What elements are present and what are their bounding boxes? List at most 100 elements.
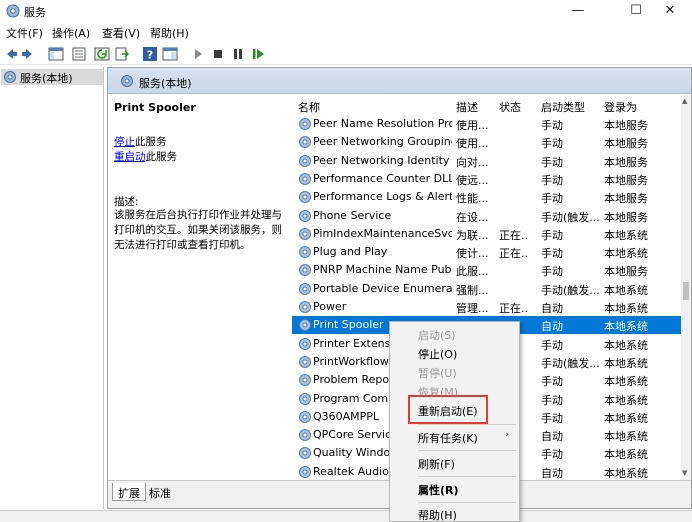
- service-logon-cell: 本地服务: [604, 155, 648, 169]
- vertical-scrollbar[interactable]: ▲ ▼: [681, 95, 691, 480]
- service-logon-cell: 本地系统: [604, 338, 648, 352]
- menu-file[interactable]: 文件(F): [6, 25, 43, 41]
- table-row[interactable]: Plug and Play 使计... 正在... 手动 本地系统: [292, 243, 681, 261]
- column-header-status[interactable]: 状态: [499, 99, 521, 115]
- menu-item-help[interactable]: 帮助(H): [390, 505, 519, 522]
- play-icon[interactable]: [190, 46, 206, 62]
- menu-help[interactable]: 帮助(H): [150, 25, 189, 41]
- table-row[interactable]: Peer Name Resolution Pro... 使用... 手动 本地服务: [292, 115, 681, 133]
- service-startup-cell: 自动: [541, 466, 563, 480]
- service-name-cell: Plug and Play: [313, 245, 388, 259]
- table-row[interactable]: Power 管理... 正在... 自动 本地系统: [292, 298, 681, 316]
- back-arrow-icon[interactable]: [3, 46, 19, 62]
- tree-node-label: 服务(本地): [20, 72, 73, 85]
- menu-item-refresh[interactable]: 刷新(F): [390, 454, 519, 472]
- service-startup-cell: 手动: [541, 338, 563, 352]
- menu-item-stop[interactable]: 停止(O): [390, 344, 519, 362]
- panel-header: 服务(本地): [108, 68, 691, 94]
- services-gear-icon: [6, 4, 20, 18]
- service-name-cell: Peer Name Resolution Pro...: [313, 117, 452, 130]
- service-logon-cell: 本地服务: [604, 137, 648, 151]
- service-status-cell: 正在...: [499, 247, 529, 261]
- tab-extended[interactable]: 扩展: [112, 483, 146, 501]
- console-tree-icon[interactable]: [48, 46, 64, 62]
- forward-arrow-icon[interactable]: [20, 46, 36, 62]
- service-logon-cell: 本地系统: [604, 228, 648, 242]
- service-logon-cell: 本地系统: [604, 393, 648, 407]
- stop-icon[interactable]: [210, 46, 226, 62]
- scrollbar-thumb[interactable]: [683, 282, 689, 300]
- table-row[interactable]: Peer Networking Grouping 使用... 手动 本地服务: [292, 133, 681, 151]
- service-gear-icon: [299, 154, 311, 167]
- service-description-cell: 在设...: [456, 210, 489, 224]
- service-startup-cell: 手动: [541, 155, 563, 169]
- table-row[interactable]: PNRP Machine Name Publ... 此服... 手动 本地服务: [292, 261, 681, 279]
- service-startup-cell: 自动: [541, 430, 563, 444]
- menu-separator: [418, 502, 516, 503]
- service-gear-icon: [299, 264, 311, 277]
- scroll-down-arrow-icon[interactable]: ▼: [682, 469, 687, 477]
- service-gear-icon: [299, 172, 311, 185]
- table-row[interactable]: Portable Device Enumerat... 强制... 手动(触发...…: [292, 280, 681, 298]
- stop-service-suffix: 此服务: [135, 136, 167, 148]
- description-pane: Print Spooler 停止此服务 重启动此服务 描述: 该服务在后台执行打…: [108, 95, 291, 480]
- pause-icon[interactable]: [230, 46, 246, 62]
- restart-service-link[interactable]: 重启动: [114, 151, 146, 163]
- service-gear-icon: [299, 319, 311, 332]
- service-startup-cell: 自动: [541, 320, 563, 334]
- service-status-cell: 正在...: [499, 302, 529, 315]
- service-gear-icon: [299, 136, 311, 149]
- column-header-description[interactable]: 描述: [456, 99, 478, 115]
- service-status-cell: 正在...: [499, 228, 529, 242]
- menu-view[interactable]: 查看(V): [102, 25, 140, 41]
- menu-separator: [418, 424, 516, 425]
- show-hide-icon[interactable]: [162, 46, 178, 62]
- service-logon-cell: 本地服务: [604, 265, 648, 279]
- menu-item-properties-label: 属性(R): [418, 484, 459, 497]
- service-logon-cell: 本地系统: [604, 411, 648, 425]
- table-row[interactable]: PimIndexMaintenanceSvc_... 为联... 正在... 手动 本地…: [292, 225, 681, 243]
- column-header-logon[interactable]: 登录为: [604, 99, 637, 115]
- stop-service-link[interactable]: 停止: [114, 136, 135, 148]
- svg-text:?: ?: [147, 49, 153, 62]
- service-gear-icon: [299, 227, 311, 240]
- service-gear-icon: [299, 118, 311, 130]
- minimize-button[interactable]: —: [556, 0, 600, 22]
- service-name-cell: Portable Device Enumerat...: [313, 281, 452, 295]
- refresh-icon[interactable]: [94, 46, 110, 62]
- close-button[interactable]: ✕: [648, 0, 692, 22]
- service-name-cell: PNRP Machine Name Publ...: [313, 263, 452, 277]
- menu-action[interactable]: 操作(A): [52, 25, 90, 41]
- service-logon-cell: 本地系统: [604, 283, 648, 297]
- service-startup-cell: 手动: [541, 393, 563, 407]
- submenu-arrow-icon: ›: [505, 430, 509, 440]
- export-list-icon[interactable]: [114, 46, 130, 62]
- service-gear-icon: [299, 447, 311, 460]
- properties-sheet-icon[interactable]: [71, 46, 87, 62]
- services-gear-icon: [4, 71, 16, 83]
- service-gear-icon: [299, 392, 311, 405]
- menu-item-pause[interactable]: 暂停(U): [390, 363, 519, 381]
- service-gear-icon: [299, 465, 311, 478]
- help-icon[interactable]: ?: [142, 46, 158, 62]
- table-row[interactable]: Performance Logs & Alerts 性能... 手动 本地服务: [292, 188, 681, 206]
- menu-item-all-tasks[interactable]: 所有任务(K) ›: [390, 428, 519, 446]
- menu-item-start[interactable]: 启动(S): [390, 325, 519, 343]
- table-row[interactable]: Peer Networking Identity ... 向对... 手动 本地服务: [292, 152, 681, 170]
- service-logon-cell: 本地服务: [604, 192, 648, 206]
- table-row[interactable]: Phone Service 在设... 手动(触发... 本地服务: [292, 207, 681, 225]
- column-header-name[interactable]: 名称: [298, 99, 320, 115]
- service-logon-cell: 本地系统: [604, 430, 648, 444]
- stop-service-line: 停止此服务: [114, 134, 167, 149]
- menu-item-properties[interactable]: 属性(R): [390, 480, 519, 498]
- tab-standard[interactable]: 标准: [144, 483, 176, 501]
- restart-icon[interactable]: [250, 46, 266, 62]
- service-gear-icon: [299, 374, 311, 387]
- column-header-startup-type[interactable]: 启动类型: [541, 99, 585, 115]
- table-row[interactable]: Performance Counter DLL ... 使远... 手动 本地服务: [292, 170, 681, 188]
- toolbar: ?: [0, 43, 692, 65]
- service-logon-cell: 本地服务: [604, 210, 648, 224]
- service-gear-icon: [299, 355, 311, 368]
- scroll-up-arrow-icon[interactable]: ▲: [682, 97, 687, 105]
- service-description-cell: 性能...: [456, 192, 489, 206]
